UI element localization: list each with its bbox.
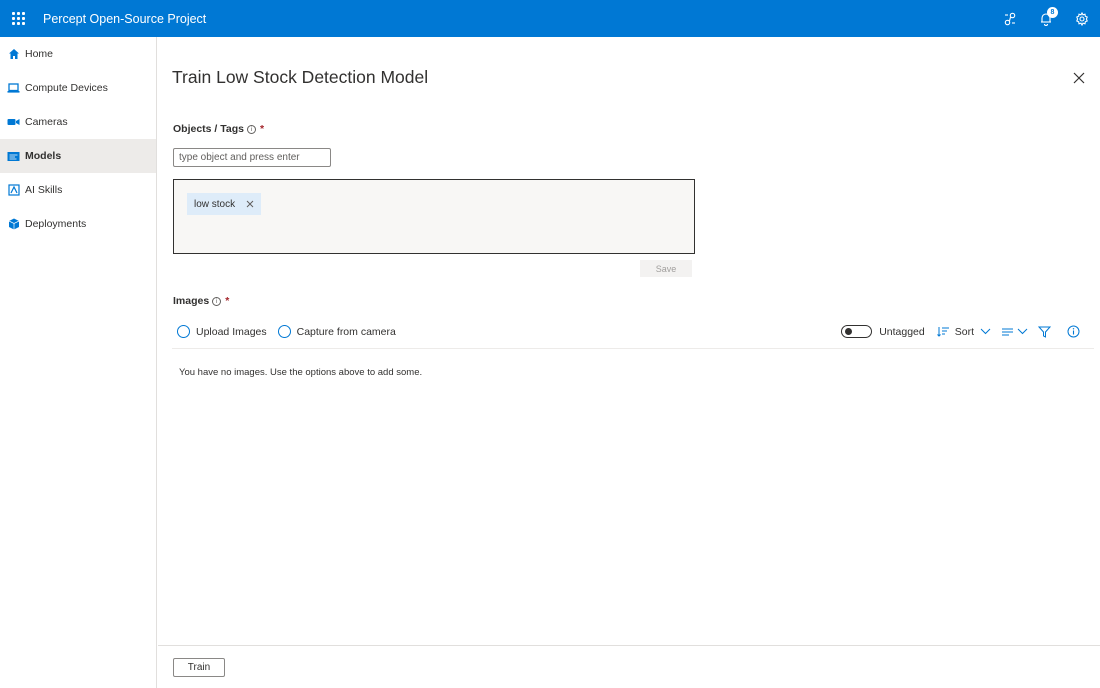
info-button[interactable]: [1067, 325, 1080, 338]
info-icon[interactable]: i: [247, 124, 256, 134]
empty-images-message: You have no images. Use the options abov…: [179, 367, 423, 378]
cube-icon: [7, 218, 20, 231]
top-bar: Percept Open-Source Project 8: [0, 0, 1100, 37]
chevron-down-icon: [980, 328, 991, 335]
sidebar-item-label: Models: [25, 150, 62, 162]
app-launcher-icon[interactable]: [0, 0, 36, 37]
tag-chip: low stock: [187, 193, 262, 215]
sidebar-item-label: AI Skills: [25, 184, 63, 196]
sidebar-item-ai-skills[interactable]: AI Skills: [0, 173, 156, 207]
upload-images-radio[interactable]: Upload Images: [177, 325, 267, 338]
sidebar-item-label: Cameras: [25, 116, 68, 128]
list-icon: [1001, 327, 1014, 337]
images-label-text: Images: [173, 295, 210, 307]
filter-icon: [1038, 326, 1051, 338]
sidebar-item-label: Home: [25, 48, 54, 60]
sidebar-item-label: Deployments: [25, 218, 87, 230]
tags-container: low stock: [173, 179, 695, 254]
divider: [172, 348, 1094, 349]
close-icon[interactable]: [1072, 71, 1086, 85]
info-icon[interactable]: i: [212, 296, 222, 306]
toggle-knob: [845, 328, 853, 335]
sort-icon: [936, 326, 950, 337]
settings-gear-icon[interactable]: [1064, 0, 1100, 37]
filter-button[interactable]: [1038, 326, 1051, 338]
images-toolbar: Untagged Sort: [841, 325, 1080, 338]
video-camera-icon: [7, 116, 20, 129]
sort-button[interactable]: Sort: [936, 325, 991, 338]
objects-tags-label: Objects / Tags i *: [173, 123, 264, 135]
notification-badge: 8: [1047, 7, 1058, 18]
sidebar-nav: Home Compute Devices Cameras Models AI S…: [0, 37, 157, 688]
sidebar-item-cameras[interactable]: Cameras: [0, 105, 156, 139]
notification-bell-icon[interactable]: 8: [1028, 0, 1064, 37]
tag-input[interactable]: [173, 148, 331, 167]
chevron-down-icon: [1017, 328, 1028, 335]
remove-tag-icon[interactable]: [246, 200, 254, 208]
sidebar-item-models[interactable]: Models: [0, 139, 156, 173]
untagged-label: Untagged: [879, 325, 925, 338]
objects-tags-label-text: Objects / Tags: [173, 123, 244, 135]
images-label: Images i *: [173, 295, 229, 307]
model-icon: [7, 150, 20, 163]
capture-from-camera-label: Capture from camera: [296, 325, 396, 338]
app-title: Percept Open-Source Project: [43, 11, 207, 26]
radio-circle[interactable]: [177, 325, 190, 338]
page-title: Train Low Stock Detection Model: [172, 67, 429, 87]
sort-label: Sort: [954, 325, 974, 338]
image-source-options: Upload Images Capture from camera: [177, 325, 407, 338]
tag-chip-label: low stock: [194, 198, 236, 210]
connection-icon[interactable]: [992, 0, 1028, 37]
save-button[interactable]: Save: [640, 260, 692, 277]
sidebar-item-home[interactable]: Home: [0, 37, 156, 71]
laptop-icon: [7, 82, 20, 95]
required-marker: *: [225, 295, 230, 307]
sidebar-item-deployments[interactable]: Deployments: [0, 207, 156, 241]
upload-images-label: Upload Images: [196, 325, 267, 338]
untagged-toggle[interactable]: [841, 325, 873, 338]
group-by-button[interactable]: [1001, 327, 1028, 337]
sidebar-item-label: Compute Devices: [25, 82, 108, 94]
home-icon: [7, 48, 20, 61]
required-marker: *: [260, 123, 265, 135]
skills-icon: [7, 184, 20, 197]
info-circle-icon: [1067, 325, 1080, 338]
train-model-panel: Train Low Stock Detection Model Objects …: [158, 37, 1100, 688]
sidebar-item-compute-devices[interactable]: Compute Devices: [0, 71, 156, 105]
radio-circle[interactable]: [277, 325, 291, 338]
capture-from-camera-radio[interactable]: Capture from camera: [277, 325, 396, 338]
panel-footer: Train: [158, 645, 1100, 688]
train-button[interactable]: Train: [173, 658, 225, 677]
